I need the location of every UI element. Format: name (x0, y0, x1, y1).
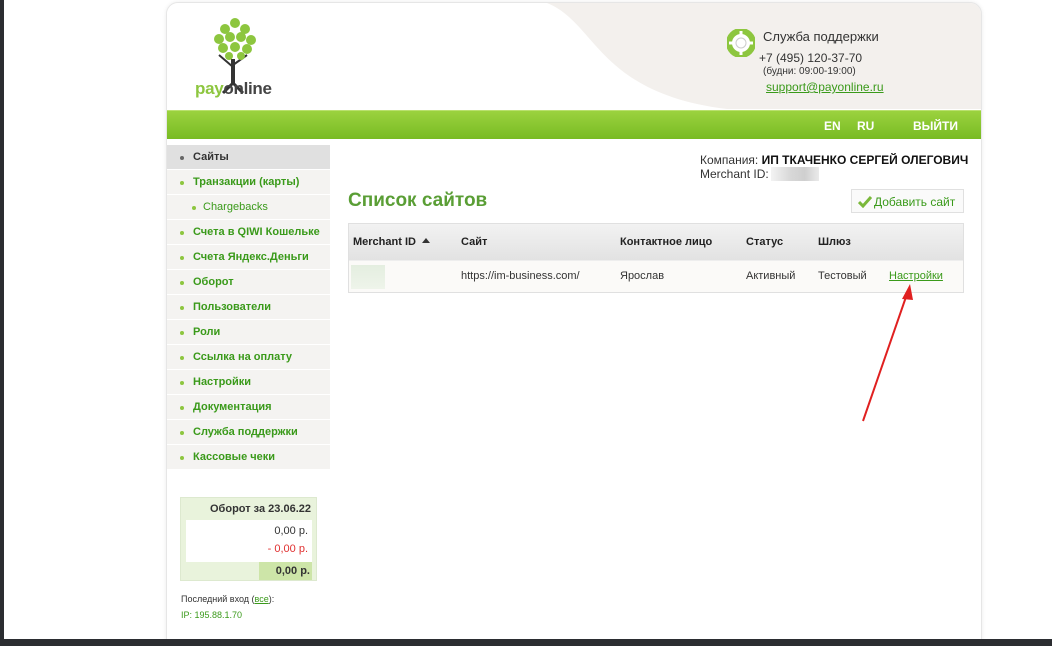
table-row: https://im-business.com/ Ярослав Активны… (349, 260, 963, 292)
page-card: payonline Служба поддержки +7 (495) 120-… (166, 2, 982, 639)
column-status: Статус (746, 236, 784, 248)
support-hours: (будни: 09:00-19:00) (763, 66, 856, 77)
top-nav-bar: EN RU ВЫЙТИ (167, 110, 981, 139)
turnover-widget: Оборот за 23.06.22 0,00 р. - 0,00 р. 0,0… (180, 497, 317, 581)
lang-en-link[interactable]: EN (824, 119, 841, 133)
browser-viewport: payonline Служба поддержки +7 (495) 120-… (4, 0, 1052, 639)
merchant-id-cell-redacted (351, 265, 385, 289)
sidebar-item-turnover[interactable]: Оборот (167, 270, 330, 295)
last-login-prefix: Последний вход ( (181, 594, 255, 604)
column-merchant-id[interactable]: Merchant ID (353, 236, 430, 248)
support-title: Служба поддержки (763, 29, 879, 44)
merchant-id-redacted (770, 167, 819, 181)
last-login-suffix: ): (268, 594, 275, 604)
sidebar-item-transactions[interactable]: Транзакции (карты) (167, 170, 330, 195)
sidebar-item-roles[interactable]: Роли (167, 320, 330, 345)
sidebar-item-settings[interactable]: Настройки (167, 370, 330, 395)
support-email-link[interactable]: support@payonline.ru (766, 80, 884, 94)
sidebar-item-users[interactable]: Пользователи (167, 295, 330, 320)
cell-status: Активный (746, 270, 796, 282)
logout-link[interactable]: ВЫЙТИ (913, 119, 958, 133)
brand-logo-text[interactable]: payonline (195, 79, 272, 99)
sidebar-item-payment-link[interactable]: Ссылка на оплату (167, 345, 330, 370)
turnover-total: 0,00 р. (275, 565, 310, 577)
sidebar-item-support[interactable]: Служба поддержки (167, 420, 330, 445)
last-login: Последний вход (все): (181, 594, 274, 604)
turnover-income: 0,00 р. (274, 525, 308, 537)
lang-ru-link[interactable]: RU (857, 119, 874, 133)
cell-site: https://im-business.com/ (461, 270, 580, 282)
add-site-button[interactable]: Добавить сайт (851, 189, 964, 213)
sidebar-nav: Сайты Транзакции (карты) Chargebacks Сче… (167, 145, 330, 470)
bottom-frame-edge (0, 639, 1052, 646)
column-merchant-id-label: Merchant ID (353, 236, 416, 248)
last-login-all-link[interactable]: все (255, 594, 269, 604)
merchant-id-info: Merchant ID: (700, 167, 819, 181)
last-login-ip: IP: 195.88.1.70 (181, 610, 243, 620)
company-label: Компания: (700, 153, 762, 167)
header: payonline Служба поддержки +7 (495) 120-… (167, 3, 981, 109)
turnover-title: Оборот за 23.06.22 (210, 503, 311, 515)
sidebar-item-chargebacks[interactable]: Chargebacks (167, 195, 330, 220)
sidebar-item-sites[interactable]: Сайты (167, 145, 330, 170)
column-site: Сайт (461, 236, 488, 248)
add-site-label: Добавить сайт (874, 195, 956, 209)
support-phone: +7 (495) 120-37-70 (759, 51, 863, 65)
lifebuoy-icon (727, 29, 755, 57)
sidebar-item-yandex-money[interactable]: Счета Яндекс.Деньги (167, 245, 330, 270)
sidebar-item-documentation[interactable]: Документация (167, 395, 330, 420)
merchant-id-label: Merchant ID: (700, 167, 769, 181)
brand-pay: pay (195, 79, 224, 98)
cell-contact: Ярослав (620, 270, 665, 282)
checkmark-icon (858, 196, 872, 208)
company-info: Компания: ИП ТКАЧЕНКО СЕРГЕЙ ОЛЕГОВИЧ (700, 153, 968, 167)
cell-gateway: Тестовый (818, 270, 867, 282)
column-gateway: Шлюз (818, 236, 851, 248)
sidebar-item-qiwi[interactable]: Счета в QIWI Кошельке (167, 220, 330, 245)
site-settings-link[interactable]: Настройки (889, 270, 943, 282)
sites-table: Merchant ID Сайт Контактное лицо Статус … (348, 223, 964, 293)
column-contact: Контактное лицо (620, 236, 713, 248)
sort-ascending-icon (421, 238, 430, 243)
sidebar-item-receipts[interactable]: Кассовые чеки (167, 445, 330, 470)
table-header: Merchant ID Сайт Контактное лицо Статус … (349, 224, 963, 260)
company-name: ИП ТКАЧЕНКО СЕРГЕЙ ОЛЕГОВИЧ (761, 153, 969, 167)
page-title: Список сайтов (348, 190, 488, 211)
turnover-refunds: - 0,00 р. (267, 543, 308, 555)
turnover-values: 0,00 р. - 0,00 р. (186, 520, 312, 562)
brand-online: online (223, 79, 272, 98)
